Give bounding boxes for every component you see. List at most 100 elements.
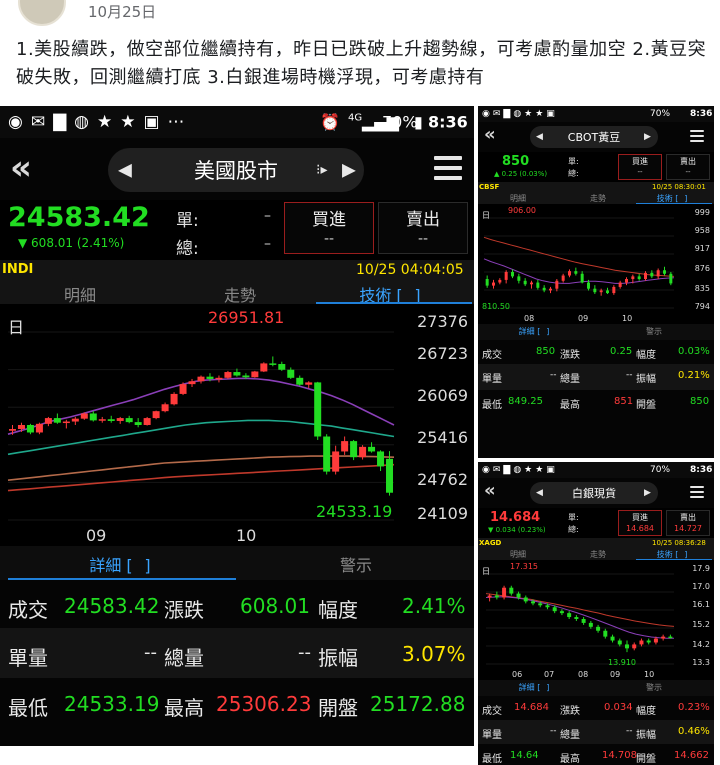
buy-label: 買進	[632, 513, 648, 522]
tab-trend[interactable]: 走勢	[180, 282, 300, 306]
sell-box[interactable]: 賣出 --	[666, 154, 710, 180]
candle-body	[588, 622, 593, 627]
stat-label: 最低	[482, 400, 502, 411]
stat-value: 0.46%	[678, 726, 710, 737]
buy-box[interactable]: 買進 --	[618, 154, 662, 180]
post-date[interactable]: 10月25日	[88, 1, 156, 22]
tab-trend[interactable]: 走勢	[568, 549, 628, 560]
stat-value: 851	[614, 396, 634, 407]
candle-body	[44, 418, 52, 424]
market-title: 白銀現貨	[572, 487, 616, 500]
subtab-detail[interactable]: 詳細 [⠀]	[40, 552, 200, 576]
bid-label: 單:	[568, 157, 579, 166]
candle-body	[650, 272, 654, 277]
status-icons: ◉✉▇◍★★▣	[482, 465, 558, 475]
candle-body	[663, 270, 666, 274]
stat-label: 開盤	[636, 400, 656, 411]
candle-body	[656, 270, 660, 277]
x-tick: 10	[622, 314, 633, 323]
subtab-alert[interactable]: 警示	[276, 552, 436, 576]
tab-detail[interactable]: 明細	[488, 549, 548, 560]
menu-icon[interactable]	[690, 486, 704, 498]
subtab-alert[interactable]: 警示	[614, 326, 694, 337]
price-change: ▼ 0.034 (0.23%)	[488, 526, 546, 534]
candle-body	[567, 613, 572, 618]
y-tick: 14.2	[692, 640, 710, 649]
stat-value: 14.708	[602, 750, 637, 761]
candle-body	[669, 273, 673, 284]
y-tick: 999	[694, 208, 710, 217]
market-selector[interactable]: ◀ 美國股市 ⁝▸ ▶	[108, 148, 364, 192]
sell-box[interactable]: 賣出 14.727	[666, 510, 710, 536]
last-price: 14.684	[490, 510, 541, 525]
candle-chart[interactable]: 日 17.315 13.910 17.9 17.0 16.1 15.2 14.2…	[478, 560, 714, 680]
moving-average-line	[485, 596, 674, 639]
back-icon[interactable]: «	[484, 124, 496, 145]
candle-body	[509, 587, 514, 594]
y-tick: 13.3	[692, 658, 710, 667]
subtab-detail[interactable]: 詳細 [⠀]	[494, 682, 574, 693]
subtab-detail[interactable]: 詳細 [⠀]	[494, 326, 574, 337]
candle-body	[242, 375, 250, 378]
switch-icon[interactable]: ⁝▸	[316, 162, 327, 178]
next-market-icon[interactable]: ▶	[342, 160, 356, 181]
candle-body	[618, 282, 622, 287]
candle-body	[517, 276, 521, 281]
tab-detail[interactable]: 明細	[20, 282, 140, 306]
stat-value: 608.01	[240, 594, 310, 618]
candle-body	[637, 276, 641, 280]
quote-timestamp: 10/25 08:36:28	[652, 539, 706, 547]
status-icons: ◉✉▇◍★★▣	[482, 109, 558, 119]
candle-body	[197, 376, 205, 382]
buy-value: 14.684	[626, 524, 654, 533]
candle-body	[98, 419, 106, 421]
buy-box[interactable]: 買進 14.684	[618, 510, 662, 536]
menu-icon[interactable]	[690, 130, 704, 142]
candle-body	[332, 451, 340, 472]
candle-body	[561, 275, 565, 281]
tab-trend[interactable]: 走勢	[568, 193, 628, 204]
menu-icon[interactable]	[434, 156, 462, 180]
back-icon[interactable]: «	[484, 480, 496, 501]
clock: 8:36	[690, 109, 713, 119]
stats-table: 成交 14.684 漲跌 0.034 幅度 0.23% 單量 -- 總量 -- …	[478, 696, 714, 765]
photo-silver[interactable]: ◉✉▇◍★★▣ 70% 8:36 « ◀ 白銀現貨 ▶ 14.684 ▼ 0.0…	[478, 462, 714, 765]
title-bar: « ◀ 美國股市 ⁝▸ ▶	[0, 138, 474, 200]
stat-label: 總量	[560, 374, 580, 385]
bid-label: 單:	[176, 211, 199, 231]
candle-chart[interactable]: 日 906.00 810.50 999 958 917 876 835 794 …	[478, 204, 714, 324]
stat-label: 漲跌	[164, 598, 204, 622]
market-selector[interactable]: ◀ CBOT黃豆 ▶	[530, 126, 658, 148]
stat-value: --	[144, 642, 157, 663]
stat-value: 3.07%	[402, 642, 466, 666]
avatar[interactable]	[18, 0, 66, 26]
candle-body	[504, 272, 508, 280]
market-title: CBOT黃豆	[567, 131, 621, 144]
candle-body	[359, 446, 367, 458]
photo-soybean[interactable]: ◉✉▇◍★★▣ 70% 8:36 « ◀ CBOT黃豆 ▶ 850 ▲ 0.25…	[478, 106, 714, 458]
next-market-icon[interactable]: ▶	[644, 132, 651, 142]
candle-body	[125, 418, 133, 423]
next-market-icon[interactable]: ▶	[644, 488, 651, 498]
sell-box[interactable]: 賣出 --	[378, 202, 468, 254]
candle-body	[314, 382, 322, 437]
candle-body	[8, 429, 16, 431]
post-text: 1.美股續跌，做空部位繼續持有，昨日已跌破上升趨勢線，可考慮酌量加空 2.黃豆突…	[16, 39, 707, 88]
stat-value: 0.23%	[678, 702, 710, 713]
candle-body	[260, 363, 268, 372]
clock: 8:36	[690, 465, 713, 475]
tab-detail[interactable]: 明細	[488, 193, 548, 204]
stat-value: 849.25	[508, 396, 543, 407]
back-icon[interactable]: «	[10, 148, 32, 188]
market-selector[interactable]: ◀ 白銀現貨 ▶	[530, 482, 658, 504]
candle-chart[interactable]: 日 26951.81 24533.19 27376 26723 26069 25…	[0, 304, 474, 545]
candle-body	[610, 636, 615, 641]
x-tick: 08	[524, 314, 535, 323]
subtab-alert[interactable]: 警示	[614, 682, 694, 693]
candle-body	[278, 363, 286, 370]
candle-body	[224, 372, 232, 378]
photo-us-index[interactable]: ◉✉▇◍★★▣⋯ ⏰ 4G ▂▄▆ 70% ▮ 8:36 « ◀ 美國股市 ⁝▸…	[0, 106, 474, 746]
stat-label: 振幅	[636, 374, 656, 385]
y-tick: 794	[694, 302, 710, 311]
buy-box[interactable]: 買進 --	[284, 202, 374, 254]
